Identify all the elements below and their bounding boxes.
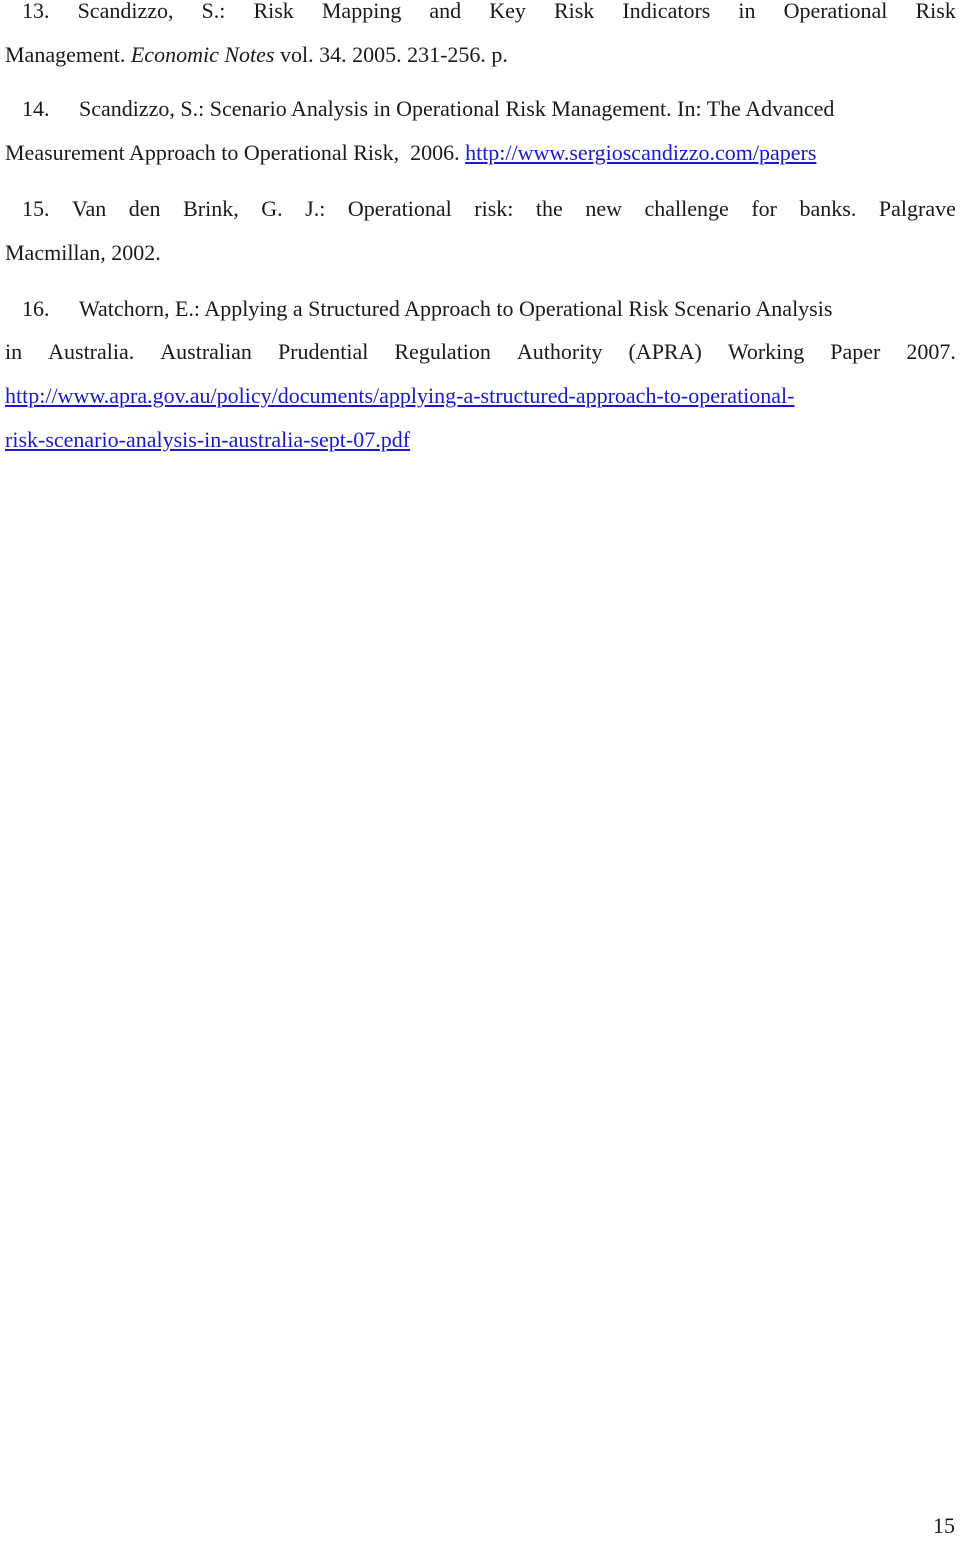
reference-16-line-2: in Australia. Australian Prudential Regu… — [5, 337, 956, 367]
reference-text: vol. 34. 2005. 231-256. p. — [274, 42, 508, 67]
reference-16-line-4: risk-scenario-analysis-in-australia-sept… — [5, 425, 956, 455]
word: Prudential — [277, 339, 369, 364]
page-number: 15 — [933, 1513, 955, 1538]
word: Indicators — [622, 0, 711, 23]
word: Brink, — [183, 196, 239, 221]
word: Van — [72, 196, 107, 221]
reference-14-line-1: 14. Scandizzo, S.: Scenario Analysis in O… — [5, 94, 956, 124]
word: G. — [261, 196, 283, 221]
word: Palgrave — [878, 196, 956, 221]
word: Australian — [160, 339, 252, 364]
reference-text: Macmillan, 2002. — [5, 240, 161, 265]
reference-text: Measurement Approach to Operational Risk… — [5, 140, 466, 165]
word: Australia. — [48, 339, 135, 364]
word: and — [429, 0, 462, 23]
word: the — [535, 196, 563, 221]
word: banks. — [799, 196, 857, 221]
word: for — [751, 196, 778, 221]
reference-15-line-2: Macmillan, 2002. — [5, 238, 956, 268]
word: Risk — [553, 0, 595, 23]
reference-13-line-2: Management. Economic Notes vol. 34. 2005… — [5, 40, 956, 70]
reference-text: Watchorn, E.: Applying a Structured Appr… — [79, 296, 833, 321]
reference-text: Management. — [5, 42, 126, 67]
apra-link-part-1[interactable]: http://www.apra.gov.au/policy/documents/… — [5, 383, 795, 408]
word: 2007. — [906, 339, 956, 364]
word: Paper — [830, 339, 881, 364]
reference-number: 14. — [22, 96, 50, 121]
word: Mapping — [321, 0, 402, 23]
apra-link-part-2[interactable]: risk-scenario-analysis-in-australia-sept… — [5, 427, 410, 452]
word: Regulation — [394, 339, 491, 364]
word: S.: — [201, 0, 226, 23]
word: Scandizzo, — [77, 0, 174, 23]
word: Key — [489, 0, 526, 23]
word: Risk — [253, 0, 294, 23]
word: risk: — [474, 196, 514, 221]
word: Operational — [783, 0, 888, 23]
reference-13-line-1: 13. Scandizzo, S.: Risk Mapping and Key … — [5, 0, 956, 26]
word: challenge — [644, 196, 729, 221]
reference-text: Scandizzo, S.: Scenario Analysis in Oper… — [79, 96, 835, 121]
word: den — [128, 196, 161, 221]
word: Working — [727, 339, 805, 364]
journal-title: Economic Notes — [130, 42, 275, 67]
word: Risk — [915, 0, 956, 23]
reference-number: 13. — [22, 0, 50, 23]
word: in — [5, 339, 23, 364]
reference-15-line-1: 15. Van den Brink, G. J.: Operational ri… — [5, 194, 956, 224]
word: Authority — [516, 339, 603, 364]
word: Operational — [347, 196, 452, 221]
word: in — [738, 0, 756, 23]
word: J.: — [305, 196, 326, 221]
reference-14-line-2: Measurement Approach to Operational Risk… — [5, 138, 956, 168]
reference-16-line-1: 16. Watchorn, E.: Applying a Structured A… — [5, 294, 956, 324]
reference-number: 15. — [22, 196, 50, 221]
word: (APRA) — [628, 339, 702, 364]
sergioscandizzo-link[interactable]: http://www.sergioscandizzo.com/papers — [465, 140, 816, 165]
reference-16-line-3: http://www.apra.gov.au/policy/documents/… — [5, 381, 956, 411]
word: new — [585, 196, 622, 221]
reference-number: 16. — [22, 296, 50, 321]
